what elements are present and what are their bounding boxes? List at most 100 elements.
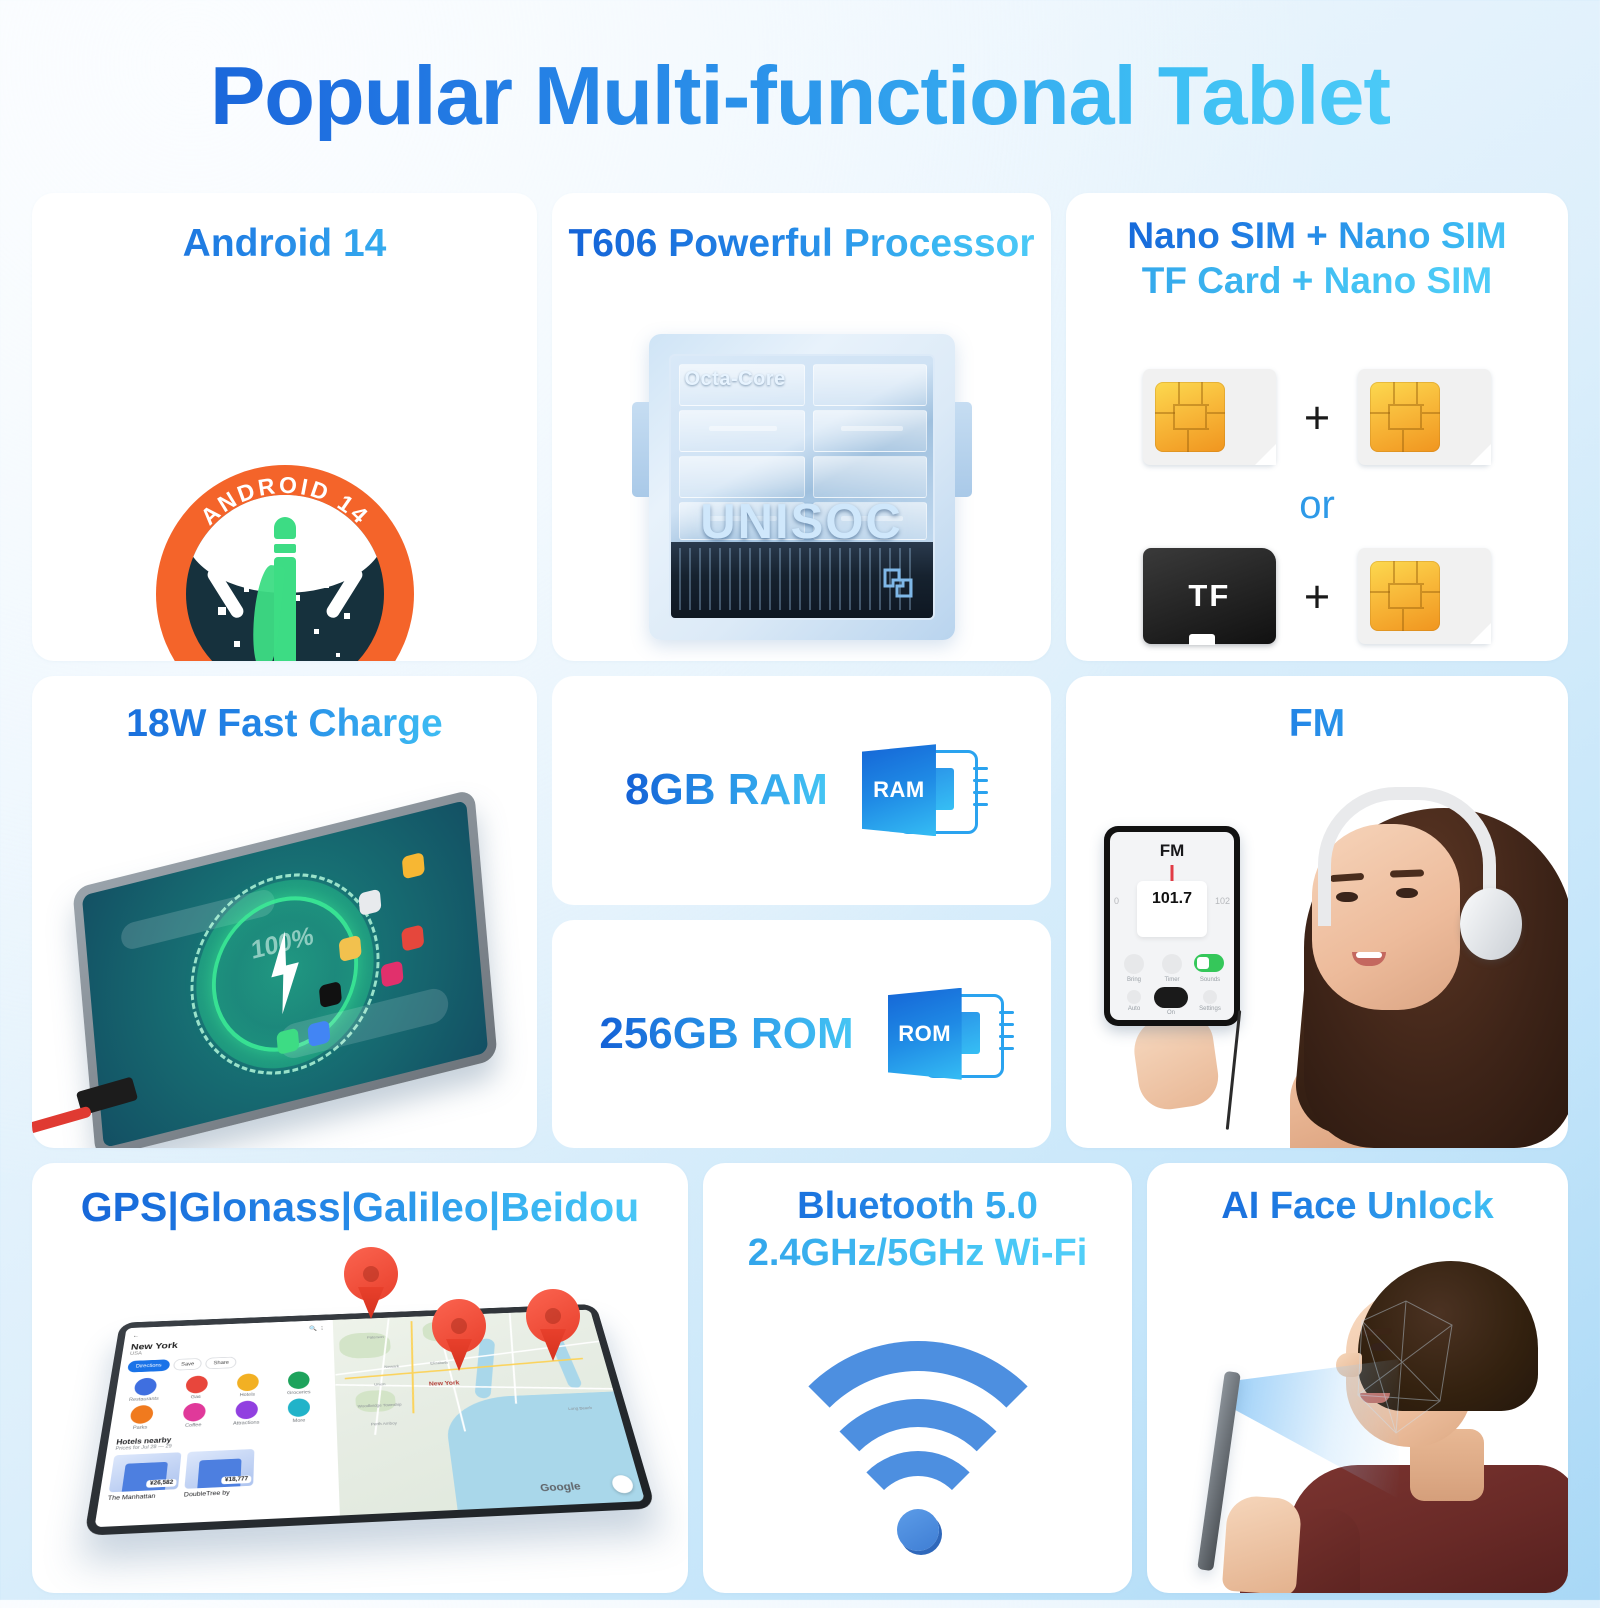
fm-control-auto[interactable] <box>1127 990 1141 1004</box>
category-groceries[interactable]: Groceries <box>278 1371 320 1397</box>
app-icon <box>358 888 382 917</box>
charging-tablet-illustration: 100% <box>32 772 537 1148</box>
chip-circuit-band <box>670 542 933 618</box>
hotel-name: DoubleTree by <box>183 1489 230 1499</box>
fm-scale-left: 0 <box>1114 896 1120 906</box>
back-arrow-icon[interactable]: ← <box>132 1333 139 1338</box>
card-fm: FM FM 0 102 101.7 Bring Timer Sounds Aut… <box>1066 676 1568 1148</box>
directions-button[interactable]: Directions <box>127 1359 171 1373</box>
card-title-android: Android 14 <box>32 193 537 266</box>
card-ram: 8GB RAM RAM <box>552 676 1051 905</box>
fm-control-sounds-toggle[interactable] <box>1194 954 1224 972</box>
fm-control-label: Auto <box>1127 1006 1141 1012</box>
gps-illustration: ← 🔍 ⋮ New York USA Directions Save Share <box>32 1247 688 1593</box>
app-icon <box>380 960 404 988</box>
fm-control-label: Bring <box>1126 977 1141 983</box>
map-pin <box>526 1289 580 1361</box>
fm-tuner-tick <box>1170 865 1174 882</box>
category-more[interactable]: More <box>278 1398 321 1425</box>
sim-chip-contacts <box>1154 382 1225 452</box>
rom-label: 256GB ROM <box>599 1008 854 1058</box>
ram-card-face: RAM <box>861 744 936 837</box>
usb-c-cable <box>32 1076 152 1136</box>
category-restaurants[interactable]: Restaurants <box>122 1377 167 1403</box>
nano-sim-icon <box>1142 369 1276 465</box>
sim-chip-contacts <box>1370 382 1441 452</box>
search-icon[interactable]: 🔍 <box>309 1326 317 1331</box>
fm-control-settings[interactable] <box>1203 990 1217 1004</box>
star <box>321 581 329 588</box>
category-label: More <box>292 1418 306 1424</box>
map-canvas[interactable]: New York Newark Paterson Wayne Union Per… <box>332 1309 646 1516</box>
map-label: Paterson <box>366 1335 384 1340</box>
card-bluetooth-wifi: Bluetooth 5.0 2.4GHz/5GHz Wi-Fi <box>703 1163 1132 1593</box>
app-icon <box>402 851 426 880</box>
fm-frequency-value: 101.7 <box>1151 890 1193 907</box>
android-badge-center <box>185 495 384 661</box>
fm-illustration: FM 0 102 101.7 Bring Timer Sounds Auto O… <box>1066 760 1568 1148</box>
fm-control-label: Settings <box>1199 1006 1221 1012</box>
card-title-wifi: 2.4GHz/5GHz Wi-Fi <box>703 1228 1132 1275</box>
category-gas[interactable]: Gas <box>175 1375 219 1401</box>
star <box>343 613 350 619</box>
card-face-unlock: AI Face Unlock <box>1147 1163 1568 1593</box>
sim-or-label: or <box>1299 483 1335 527</box>
map-label: Perth Amboy <box>370 1420 398 1427</box>
memory-column: 8GB RAM RAM 256GB ROM ROM <box>552 676 1051 1148</box>
maps-action-buttons: Directions Save Share <box>127 1353 326 1373</box>
ram-icon-label: RAM <box>873 777 925 803</box>
star <box>217 607 226 615</box>
fm-control-timer[interactable] <box>1162 954 1182 974</box>
fm-control-bring[interactable] <box>1124 954 1144 974</box>
card-title-sim-line2: TF Card + Nano SIM <box>1066 256 1568 301</box>
rom-icon: ROM <box>887 987 1014 1080</box>
fm-control-power[interactable] <box>1154 987 1188 1008</box>
maps-category-grid: Restaurants Gas Hotels Groceries Parks C… <box>118 1370 328 1431</box>
processor-chip-icon: Octa-Core UNISOC T606 <box>631 334 972 640</box>
android-badge-icon: ANDROID 14 <box>155 465 414 661</box>
wifi-icon <box>762 1341 1073 1561</box>
map-label: Newark <box>384 1364 400 1369</box>
nano-sim-icon <box>1358 548 1492 644</box>
sim-combo-row-2: TF + <box>1066 548 1568 645</box>
plus-symbol: + <box>1303 391 1331 443</box>
card-title-processor: T606 Powerful Processor <box>552 193 1051 266</box>
headphone-wire <box>1225 1010 1242 1130</box>
category-parks[interactable]: Parks <box>118 1404 164 1431</box>
infographic-page: Popular Multi-functional Tablet Android … <box>0 0 1600 1600</box>
fm-frequency-box: 101.7 <box>1137 881 1207 937</box>
ram-label: 8GB RAM <box>625 765 828 815</box>
fm-app-screen: FM 0 102 101.7 Bring Timer Sounds Auto O… <box>1110 832 1234 1020</box>
hotel-price: ¥18,777 <box>221 1475 252 1485</box>
hotel-name: The Manhattan <box>107 1493 156 1502</box>
save-button[interactable]: Save <box>172 1357 203 1371</box>
share-button[interactable]: Share <box>205 1356 237 1370</box>
category-coffee[interactable]: Coffee <box>171 1402 216 1429</box>
category-label: Restaurants <box>128 1396 159 1403</box>
hotel-item[interactable]: ¥18,777 DoubleTree by <box>183 1448 255 1499</box>
fm-control-label: Timer <box>1164 977 1180 983</box>
rom-icon-label: ROM <box>898 1020 952 1046</box>
tablet-screen: 100% <box>81 800 489 1148</box>
card-fast-charge: 18W Fast Charge 100% <box>32 676 537 1148</box>
card-gps: GPS|Glonass|Galileo|Beidou ← 🔍 ⋮ New Yor… <box>32 1163 688 1593</box>
more-menu-icon[interactable]: ⋮ <box>319 1326 326 1331</box>
feature-row-1: Android 14 ANDROID 14 <box>32 193 1568 661</box>
card-rom: 256GB ROM ROM <box>552 919 1051 1148</box>
category-attractions[interactable]: Attractions <box>225 1400 268 1427</box>
star <box>335 653 340 657</box>
card-android: Android 14 ANDROID 14 <box>32 193 537 661</box>
category-hotels[interactable]: Hotels <box>226 1373 268 1399</box>
hotel-price: ¥26,582 <box>146 1478 177 1488</box>
person-with-headphones <box>1252 762 1568 1148</box>
sim-combo-row-1: + <box>1066 369 1568 465</box>
category-label: Groceries <box>287 1389 311 1396</box>
fm-scale-right: 102 <box>1214 896 1230 906</box>
hotel-item[interactable]: ¥26,582 The Manhattan <box>107 1452 182 1502</box>
card-title-fm: FM <box>1066 676 1568 746</box>
fm-tablet: FM 0 102 101.7 Bring Timer Sounds Auto O… <box>1104 826 1240 1026</box>
feature-row-3: GPS|Glonass|Galileo|Beidou ← 🔍 ⋮ New Yor… <box>32 1163 1568 1593</box>
rom-card-face: ROM <box>887 987 962 1080</box>
page-title: Popular Multi-functional Tablet <box>0 48 1600 144</box>
map-pin <box>432 1299 486 1371</box>
